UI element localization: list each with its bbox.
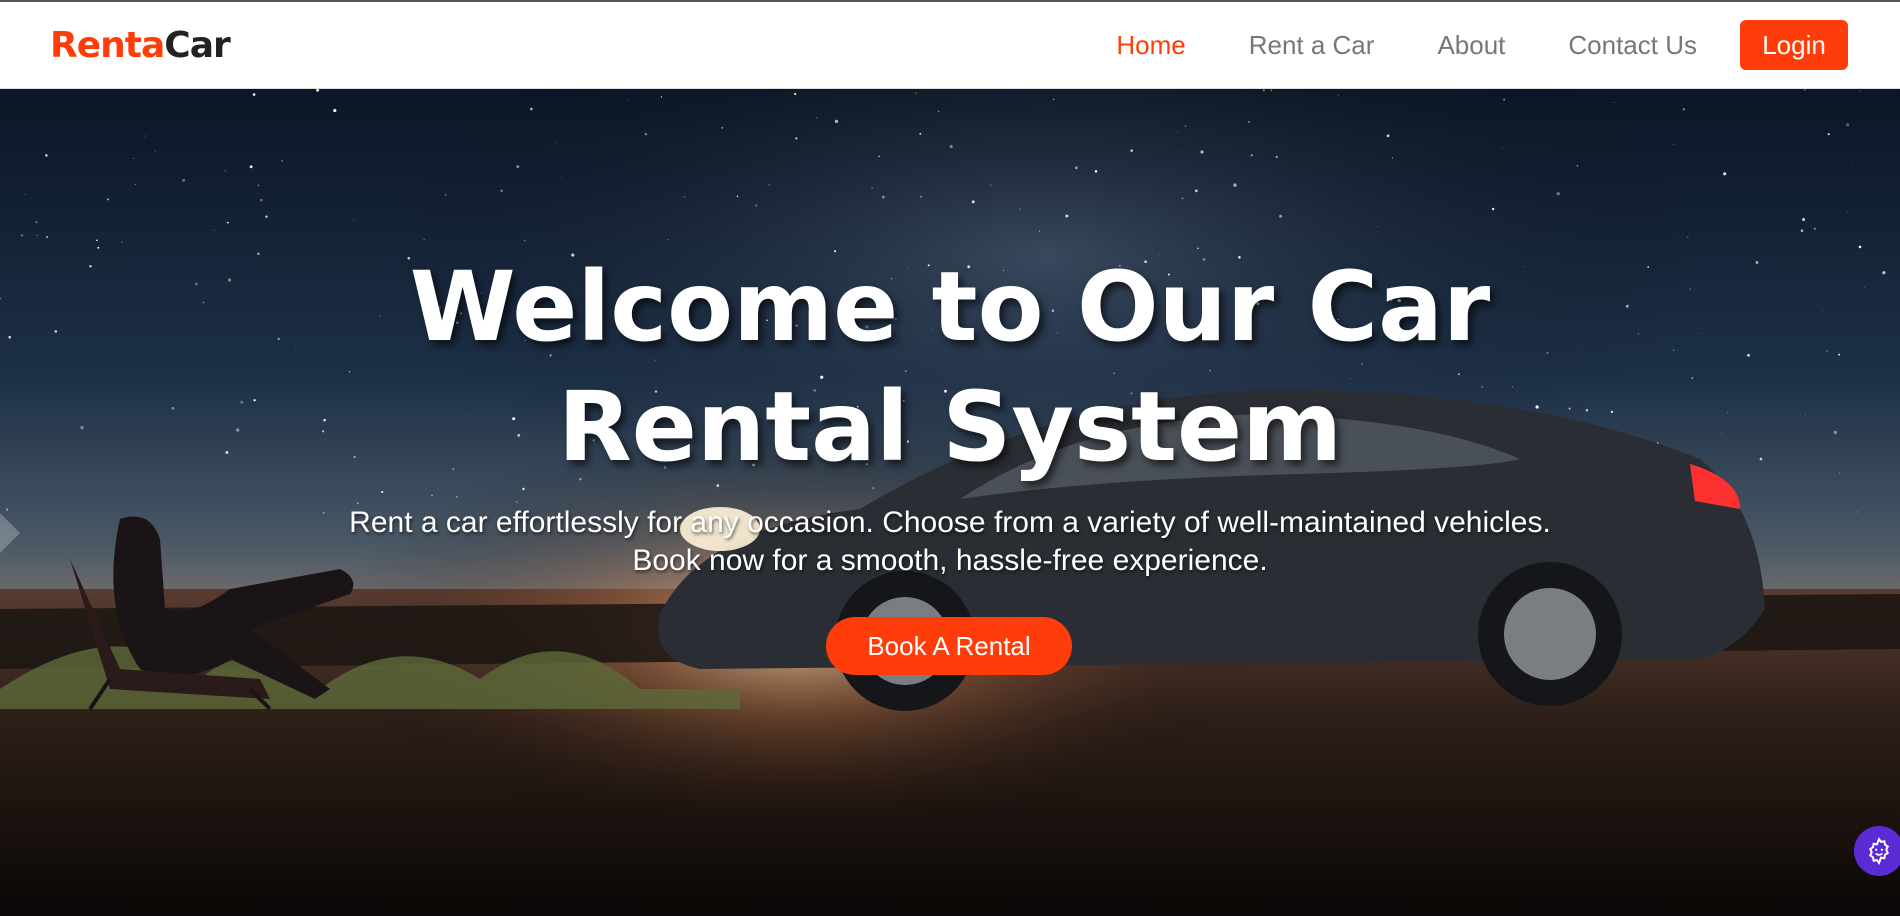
brand-logo-part1: Renta (50, 24, 165, 66)
navbar: RentaCar Home Rent a Car About Contact U… (0, 0, 1900, 89)
hero-section: Welcome to Our Car Rental System Rent a … (0, 89, 1900, 916)
nav-link-home[interactable]: Home (1116, 30, 1185, 61)
login-button[interactable]: Login (1740, 20, 1848, 70)
hero-title: Welcome to Our Car Rental System (409, 251, 1491, 483)
hero-subtitle: Rent a car effortlessly for any occasion… (349, 506, 1551, 577)
settings-widget-button[interactable] (1854, 826, 1900, 876)
gear-icon (1868, 837, 1890, 865)
brand-logo[interactable]: RentaCar (50, 24, 231, 66)
nav-link-contact-us[interactable]: Contact Us (1568, 30, 1697, 61)
nav-link-about[interactable]: About (1437, 30, 1505, 61)
nav-links: Home Rent a Car About Contact Us Login (1116, 20, 1848, 70)
nav-link-rent-a-car[interactable]: Rent a Car (1249, 30, 1375, 61)
page: RentaCar Home Rent a Car About Contact U… (0, 0, 1900, 916)
book-a-rental-button[interactable]: Book A Rental (826, 617, 1072, 675)
brand-logo-part2: Car (164, 24, 230, 66)
hero-content: Welcome to Our Car Rental System Rent a … (0, 89, 1900, 916)
